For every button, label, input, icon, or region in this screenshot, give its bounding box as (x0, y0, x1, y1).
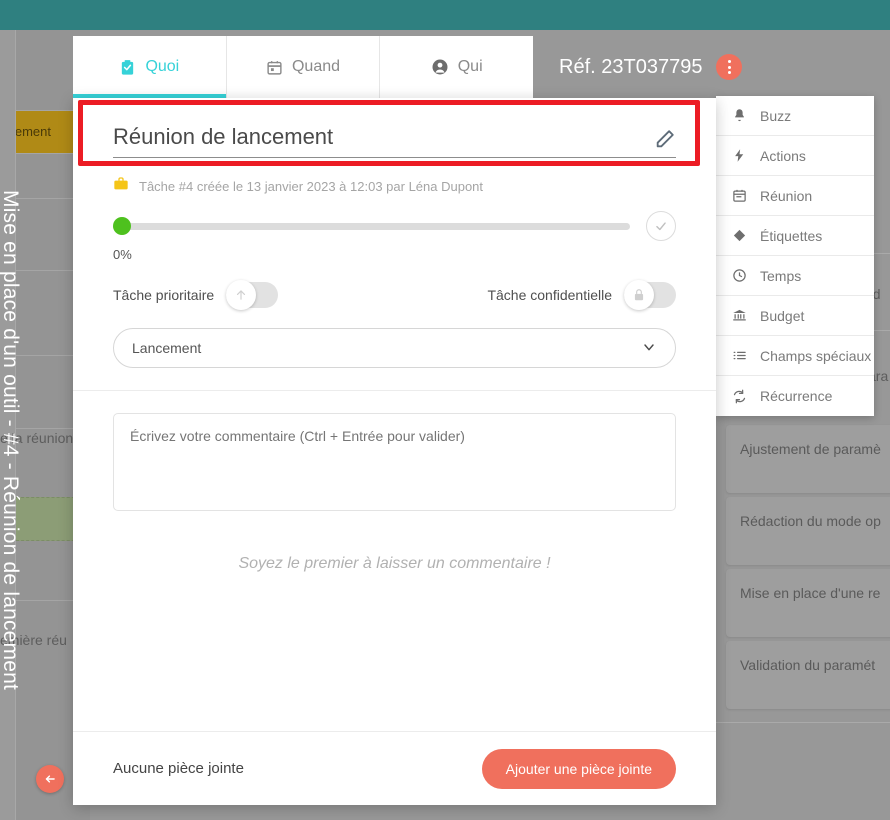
menu-item-label: Actions (760, 147, 806, 164)
arrow-left-icon (45, 775, 55, 783)
task-meta-text: Tâche #4 créée le 13 janvier 2023 à 12:0… (139, 179, 484, 195)
calendar-icon (730, 188, 748, 203)
reference-area: Réf. 23T037795 (533, 36, 743, 98)
menu-item-label: Temps (760, 267, 802, 284)
calendar-icon (266, 59, 283, 76)
menu-item-champs-speciaux[interactable]: Champs spéciaux (716, 336, 874, 376)
vertical-page-title: Mise en place d'un outil - #4 - Réunion … (0, 190, 22, 691)
tab-quand[interactable]: Quand (226, 36, 381, 98)
menu-item-recurrence[interactable]: Récurrence (716, 376, 874, 416)
menu-item-reunion[interactable]: Réunion (716, 176, 874, 216)
background-task-card[interactable]: Ajustement de paramè (726, 425, 890, 493)
tab-label: Quoi (145, 58, 180, 75)
menu-item-label: Champs spéciaux (760, 347, 872, 364)
modal-footer: Aucune pièce jointe Ajouter une pièce jo… (73, 731, 716, 805)
arrow-up-icon (226, 280, 257, 311)
chevron-down-icon (641, 339, 657, 358)
category-select-value: Lancement (132, 340, 202, 357)
menu-item-buzz[interactable]: Buzz (716, 96, 874, 136)
context-menu-panel: Buzz Actions Réunion Étiquettes Temps Bu… (716, 96, 874, 416)
pencil-icon[interactable] (654, 128, 676, 150)
task-meta-row: Tâche #4 créée le 13 janvier 2023 à 12:0… (113, 176, 676, 197)
background-divider (716, 722, 890, 723)
app-root: lancement e la réunion emière réu Mise e… (0, 0, 890, 820)
bolt-icon (730, 148, 748, 163)
background-task-card-label: Rédaction du mode op (740, 513, 881, 529)
priority-switch-group: Tâche prioritaire (113, 280, 279, 311)
task-detail-modal: Quoi Quand Qui Réf. 23T037795 Réunion de… (73, 36, 743, 805)
attachment-status: Aucune pièce jointe (113, 760, 244, 777)
priority-switch-label: Tâche prioritaire (113, 287, 215, 304)
modal-tabs: Quoi Quand Qui (73, 36, 534, 98)
menu-item-label: Budget (760, 307, 805, 324)
lock-icon (624, 280, 654, 311)
confidential-switch-label: Tâche confidentielle (487, 287, 612, 304)
list-icon (730, 348, 748, 363)
clipboard-check-icon (119, 59, 136, 76)
briefcase-icon (113, 176, 129, 197)
progress-slider-handle[interactable] (113, 217, 131, 236)
menu-item-label: Récurrence (760, 388, 833, 404)
check-icon (656, 222, 666, 231)
menu-item-label: Étiquettes (760, 227, 823, 244)
menu-item-label: Buzz (760, 107, 792, 124)
modal-sheet: Réunion de lancement Tâche #4 créée le 1… (73, 98, 716, 805)
tab-quoi[interactable]: Quoi (73, 36, 227, 98)
refresh-icon (730, 389, 748, 404)
user-circle-icon (431, 58, 449, 76)
confidential-switch-group: Tâche confidentielle (487, 280, 676, 311)
tab-label: Quand (291, 58, 341, 75)
comments-empty-state: Soyez le premier à laisser un commentair… (238, 554, 551, 572)
progress-confirm-button[interactable] (646, 211, 676, 242)
progress-slider[interactable] (113, 217, 630, 236)
comment-input-wrap (113, 413, 676, 516)
add-attachment-button[interactable]: Ajouter une pièce jointe (481, 748, 676, 789)
bell-icon (730, 108, 748, 123)
background-task-card[interactable]: Mise en place d'une re (726, 569, 890, 637)
menu-item-temps[interactable]: Temps (716, 256, 874, 296)
task-title-row: Réunion de lancement (113, 124, 676, 159)
background-task-card-label: Mise en place d'une re (740, 585, 881, 601)
menu-item-label: Réunion (760, 187, 813, 204)
category-select[interactable]: Lancement (113, 328, 676, 369)
background-task-card[interactable]: Validation du paramét (726, 641, 890, 709)
comment-input[interactable] (113, 413, 676, 512)
menu-item-budget[interactable]: Budget (716, 296, 874, 336)
menu-item-actions[interactable]: Actions (716, 136, 874, 176)
top-app-bar (0, 0, 890, 30)
tab-label: Qui (457, 58, 483, 75)
menu-item-etiquettes[interactable]: Étiquettes (716, 216, 874, 256)
priority-toggle[interactable] (226, 280, 279, 311)
confidential-toggle[interactable] (624, 280, 676, 311)
background-task-card[interactable]: Rédaction du mode op (726, 497, 890, 565)
progress-percentage: 0% (113, 247, 132, 263)
section-divider (73, 390, 716, 392)
category-select-wrap: Lancement (113, 328, 676, 369)
task-title[interactable]: Réunion de lancement (113, 124, 644, 150)
progress-row (113, 211, 676, 242)
reference-number: Réf. 23T037795 (559, 55, 703, 78)
tag-icon (730, 228, 748, 243)
clock-icon (730, 268, 748, 283)
background-task-card-label: Validation du paramét (740, 657, 876, 673)
switch-row: Tâche prioritaire Tâche confidentielle (113, 280, 676, 311)
bank-icon (730, 308, 748, 323)
tab-qui[interactable]: Qui (380, 36, 534, 98)
back-button[interactable] (36, 765, 64, 793)
background-task-card-label: Ajustement de paramè (740, 441, 881, 457)
